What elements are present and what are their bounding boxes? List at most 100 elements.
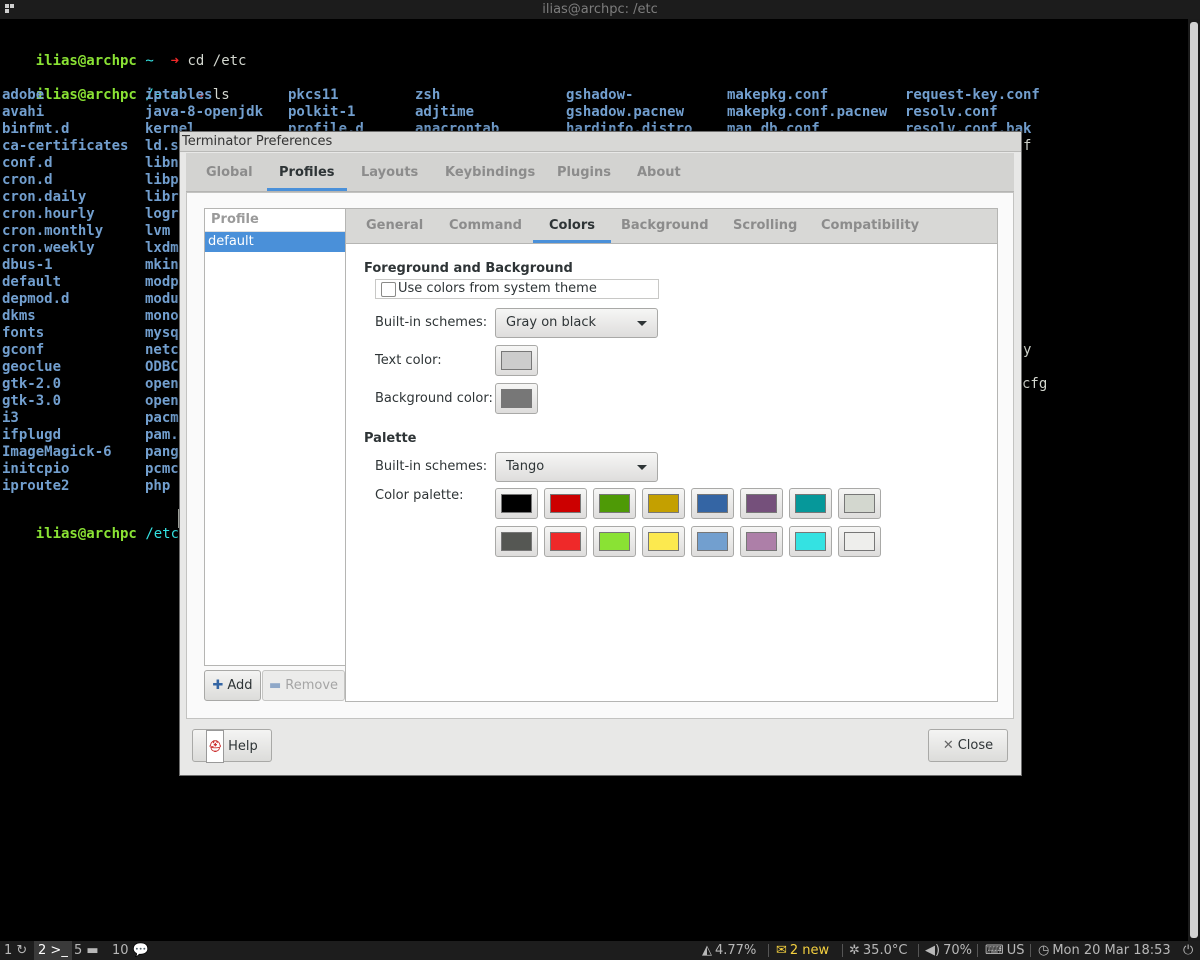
- preferences-dialog: Terminator Preferences Global Profiles L…: [179, 131, 1022, 776]
- tab-about[interactable]: About: [625, 153, 693, 191]
- palette-color-swatch: [599, 532, 630, 551]
- help-button[interactable]: ⛑ Help: [192, 729, 272, 763]
- workspace-1[interactable]: 1 ↻: [0, 941, 31, 960]
- ls-entry: ca-certificates: [2, 138, 129, 154]
- palette-color-button[interactable]: [593, 488, 636, 519]
- prompt-user: ilias@archpc: [35, 87, 137, 103]
- ls-entry: lvm: [145, 223, 171, 239]
- palette-color-button[interactable]: [740, 488, 783, 519]
- dropdown-arrow-icon: [637, 321, 647, 326]
- clock[interactable]: ◷ Mon 20 Mar 18:53: [1038, 941, 1171, 960]
- keyboard-status[interactable]: ⌨ US: [985, 941, 1025, 960]
- palette-color-swatch: [746, 494, 777, 513]
- ls-entry: mono: [145, 308, 179, 324]
- ls-entry: cron.hourly: [2, 206, 95, 222]
- palette-color-button[interactable]: [691, 488, 734, 519]
- ls-entry: makepkg.conf.pacnew: [727, 104, 888, 120]
- power-icon[interactable]: ⏻: [1183, 941, 1193, 960]
- palette-color-swatch: [501, 532, 532, 551]
- add-profile-button[interactable]: ✚ Add: [204, 670, 261, 701]
- main-tab-bar: Global Profiles Layouts Keybindings Plug…: [186, 153, 1014, 192]
- help-label: Help: [228, 739, 258, 754]
- terminal-window-title: ilias@archpc: /etc: [542, 2, 658, 17]
- palette-color-button[interactable]: [495, 488, 538, 519]
- prompt-line-1: ilias@archpc ~ ➜ cd /etc: [2, 36, 247, 69]
- palette-color-swatch: [599, 494, 630, 513]
- prompt-arrow: ➜: [170, 53, 180, 69]
- palette-color-button[interactable]: [740, 526, 783, 557]
- palette-color-button[interactable]: [593, 526, 636, 557]
- ls-entry: geoclue: [2, 359, 62, 375]
- tab-layouts[interactable]: Layouts: [349, 153, 430, 191]
- minus-icon: ▬: [268, 678, 282, 693]
- workspace-2[interactable]: 2 >_: [34, 941, 72, 960]
- palette-color-button[interactable]: [838, 526, 881, 557]
- palette-color-swatch: [844, 494, 875, 513]
- palette-color-button[interactable]: [642, 526, 685, 557]
- close-label: Close: [957, 738, 994, 753]
- ls-entry: netc: [145, 342, 179, 358]
- ls-entry: avahi: [2, 104, 45, 120]
- tab-compatibility[interactable]: Compatibility: [805, 209, 935, 243]
- mail-status[interactable]: ✉ 2 new: [776, 941, 829, 960]
- profile-tab-bar: General Command Colors Background Scroll…: [346, 209, 997, 244]
- palette-color-button[interactable]: [691, 526, 734, 557]
- fg-scheme-select[interactable]: Gray on black: [495, 308, 658, 338]
- tab-plugins[interactable]: Plugins: [545, 153, 623, 191]
- ls-entry: mysq: [145, 325, 179, 341]
- tab-keybindings[interactable]: Keybindings: [433, 153, 547, 191]
- palette-scheme-select[interactable]: Tango: [495, 452, 658, 482]
- ls-entry: open: [145, 393, 179, 409]
- palette-color-button[interactable]: [789, 526, 832, 557]
- tab-background[interactable]: Background: [605, 209, 725, 243]
- use-system-theme-checkbox[interactable]: [381, 282, 396, 297]
- temperature-icon: ✲: [849, 943, 860, 958]
- fg-scheme-value: Gray on black: [506, 315, 597, 330]
- ls-entry: logr: [145, 206, 179, 222]
- ls-entry: open: [145, 376, 179, 392]
- window-menu-icon[interactable]: [5, 4, 15, 14]
- palette-color-button[interactable]: [495, 526, 538, 557]
- palette-section-title: Palette: [364, 431, 417, 446]
- remove-profile-button[interactable]: ▬ Remove: [262, 670, 345, 701]
- tab-colors[interactable]: Colors: [533, 209, 612, 243]
- ls-entry: pam.: [145, 427, 179, 443]
- palette-color-button[interactable]: [642, 488, 685, 519]
- palette-color-swatch: [697, 494, 728, 513]
- ls-entry: mkin: [145, 257, 179, 273]
- workspace-10[interactable]: 10 💬: [108, 941, 153, 960]
- ls-entry: cron.monthly: [2, 223, 104, 239]
- workspace-5[interactable]: 5 ▬: [70, 941, 103, 960]
- text-color-button[interactable]: [495, 345, 538, 376]
- palette-color-button[interactable]: [838, 488, 881, 519]
- tab-scrolling[interactable]: Scrolling: [717, 209, 813, 243]
- tab-global[interactable]: Global: [194, 153, 265, 191]
- profile-list[interactable]: Profile default: [204, 208, 347, 666]
- profile-settings-notebook: General Command Colors Background Scroll…: [345, 208, 998, 702]
- profile-item-default[interactable]: default: [205, 232, 346, 252]
- close-button[interactable]: ✕ Close: [928, 729, 1008, 762]
- tab-command[interactable]: Command: [433, 209, 538, 243]
- terminal-scrollbar[interactable]: [1188, 19, 1200, 941]
- tab-profiles[interactable]: Profiles: [267, 153, 347, 191]
- prompt-line-3: ilias@archpc /etc ➜: [2, 509, 205, 542]
- ls-entry: ld.s: [145, 138, 179, 154]
- help-icon: ⛑: [206, 730, 225, 763]
- scrollbar-thumb[interactable]: [1190, 22, 1198, 938]
- tab-general[interactable]: General: [350, 209, 439, 243]
- palette-color-button[interactable]: [789, 488, 832, 519]
- volume-status[interactable]: ◀) 70%: [925, 941, 972, 960]
- palette-color-button[interactable]: [544, 526, 587, 557]
- add-label: Add: [227, 678, 253, 693]
- bg-color-button[interactable]: [495, 383, 538, 414]
- fg-bg-section-title: Foreground and Background: [364, 261, 573, 276]
- refresh-icon: ↻: [16, 943, 28, 958]
- ls-entry: modu: [145, 291, 179, 307]
- palette-color-swatch: [550, 532, 581, 551]
- palette-color-button[interactable]: [544, 488, 587, 519]
- use-system-theme-row[interactable]: Use colors from system theme: [375, 279, 659, 299]
- ls-entry: adobe: [2, 87, 45, 103]
- terminal-titlebar: ilias@archpc: /etc: [0, 0, 1200, 19]
- ls-entry-fragment: y: [1023, 342, 1032, 358]
- prompt-user: ilias@archpc: [35, 53, 137, 69]
